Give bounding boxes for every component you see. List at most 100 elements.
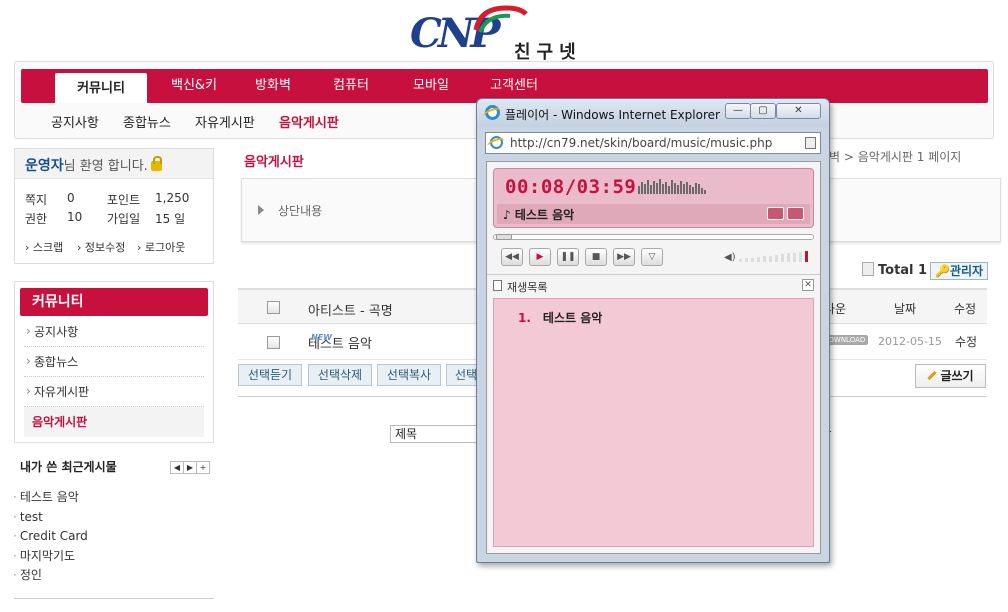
logout-link[interactable]: › 로그아웃: [137, 239, 185, 255]
play-button[interactable]: ▶: [529, 248, 551, 266]
recent-more-button[interactable]: +: [196, 461, 210, 474]
community-menu: 커뮤니티 공지사항 종합뉴스 자유게시판 음악게시판: [14, 281, 214, 443]
total-count: Total 1: [862, 262, 927, 278]
recent-post-item[interactable]: 테스트 음악: [13, 488, 88, 508]
forward-button[interactable]: ▶▶: [613, 248, 635, 266]
recent-post-item[interactable]: 마지막기도: [13, 547, 88, 567]
community-item-notice[interactable]: 공지사항: [24, 316, 204, 347]
playback-time: 00:08/03:59: [505, 176, 637, 198]
player-popup-window: 플레이어 - Windows Internet Explorer — ▢ ✕ h…: [476, 98, 830, 563]
column-artist-title: 아티스트 - 곡명: [308, 304, 393, 319]
playlist-item[interactable]: 1. 테스트 음악: [518, 309, 602, 326]
current-track: ♪ 테스트 음악: [503, 208, 575, 222]
admin-button[interactable]: 🔑관리자: [930, 262, 989, 280]
community-item-free-board[interactable]: 자유게시판: [24, 376, 204, 407]
volume-step: [739, 259, 742, 262]
address-url: http://cn79.net/skin/board/music/music.p…: [510, 136, 773, 150]
volume-slider[interactable]: [739, 250, 811, 262]
volume-step: [799, 252, 802, 262]
column-edit: 수정: [954, 302, 977, 316]
divider: [14, 598, 214, 599]
recent-post-item[interactable]: test: [13, 508, 88, 528]
nav-tab-vaccine[interactable]: 백신&키: [159, 69, 229, 103]
joined-label: 가입일: [107, 212, 141, 226]
edit-info-link[interactable]: › 정보수정: [77, 239, 125, 255]
playlist-header: 재생목록 ✕: [487, 274, 820, 296]
recent-posts-title: 내가 쓴 최근게시물: [20, 460, 117, 474]
point-value: 1,250: [155, 191, 190, 205]
volume-step: [745, 258, 748, 262]
row-checkbox[interactable]: [267, 336, 280, 349]
write-button[interactable]: 글쓰기: [915, 364, 986, 388]
visualizer-bar: [701, 188, 703, 194]
minimize-button[interactable]: —: [725, 103, 751, 119]
volume-step: [757, 256, 760, 262]
close-button[interactable]: ✕: [776, 103, 821, 119]
visualizer-bar: [662, 184, 664, 194]
nav-tab-mobile[interactable]: 모바일: [401, 69, 461, 103]
select-listen-button[interactable]: 선택듣기: [238, 364, 302, 386]
nav-tab-computer[interactable]: 컴퓨터: [321, 69, 381, 103]
close-icon[interactable]: ✕: [802, 279, 814, 291]
popup-title: 플레이어 - Windows Internet Explorer: [505, 108, 720, 122]
recent-post-item[interactable]: Credit Card: [13, 527, 88, 547]
joined-value: 15 일: [155, 212, 186, 226]
note-label: 쪽지: [25, 193, 48, 207]
playlist: 1. 테스트 음악: [493, 298, 814, 547]
rewind-button[interactable]: ◀◀: [501, 248, 523, 266]
recent-prev-button[interactable]: ◀: [170, 461, 184, 474]
subnav-music-board[interactable]: 음악게시판: [279, 112, 339, 131]
volume-step: [769, 255, 772, 262]
row-edit-link[interactable]: 수정: [955, 333, 977, 350]
user-greeting: 운영자님 환영 합니다.: [15, 149, 213, 179]
community-item-music-board[interactable]: 음악게시판: [24, 407, 204, 437]
visualizer-bar: [704, 190, 706, 194]
visualizer-bar: [668, 186, 670, 194]
volume-step: [781, 254, 784, 262]
visualizer-bar: [683, 184, 685, 194]
lock-icon[interactable]: [150, 156, 162, 171]
seek-bar[interactable]: [493, 234, 814, 240]
recent-post-item[interactable]: 정인: [13, 566, 88, 586]
community-menu-title: 커뮤니티: [20, 288, 208, 316]
recent-posts-controls: ◀ ▶ +: [170, 459, 210, 474]
popup-titlebar[interactable]: 플레이어 - Windows Internet Explorer — ▢ ✕: [477, 99, 829, 127]
select-delete-button[interactable]: 선택삭제: [308, 364, 372, 386]
scrap-link[interactable]: › 스크랩: [25, 239, 63, 255]
menu-button[interactable]: ▽: [641, 248, 663, 266]
repeat-icon[interactable]: [787, 207, 804, 220]
note-value[interactable]: 0: [67, 191, 75, 205]
level-value: 10: [67, 210, 83, 224]
point-label: 포인트: [107, 193, 141, 207]
seek-handle[interactable]: [496, 234, 512, 240]
stop-button[interactable]: ■: [585, 248, 607, 266]
column-date: 날짜: [894, 302, 917, 316]
subnav-notice[interactable]: 공지사항: [51, 112, 99, 131]
pencil-icon: [927, 370, 938, 381]
subnav-news[interactable]: 종합뉴스: [123, 112, 171, 131]
visualizer: [638, 178, 718, 194]
nav-tab-firewall[interactable]: 방화벽: [243, 69, 303, 103]
new-badge: NEW: [311, 333, 332, 342]
community-item-news[interactable]: 종합뉴스: [24, 346, 204, 377]
list-toggle-icon[interactable]: [767, 207, 784, 220]
select-all-checkbox[interactable]: [267, 301, 280, 314]
page-info-icon[interactable]: [805, 137, 816, 149]
search-field-select[interactable]: 제목: [390, 425, 480, 443]
speaker-icon: ◀): [724, 252, 736, 263]
address-bar[interactable]: http://cn79.net/skin/board/music/music.p…: [485, 132, 821, 154]
volume-step: [805, 251, 808, 262]
row-date: 2012-05-15: [878, 335, 942, 348]
visualizer-bar: [677, 185, 679, 194]
expand-arrow-icon[interactable]: [258, 205, 264, 215]
site-logo[interactable]: CNP 친구넷: [410, 2, 610, 63]
recent-next-button[interactable]: ▶: [183, 461, 197, 474]
maximize-button[interactable]: ▢: [750, 103, 776, 119]
subnav-free-board[interactable]: 자유게시판: [195, 112, 255, 131]
nav-tab-community[interactable]: 커뮤니티: [55, 73, 147, 103]
visualizer-bar: [647, 180, 649, 194]
pause-button[interactable]: ❚❚: [557, 248, 579, 266]
page-icon: [490, 136, 503, 149]
select-copy-button[interactable]: 선택복사: [377, 364, 441, 386]
visualizer-bar: [698, 184, 700, 194]
